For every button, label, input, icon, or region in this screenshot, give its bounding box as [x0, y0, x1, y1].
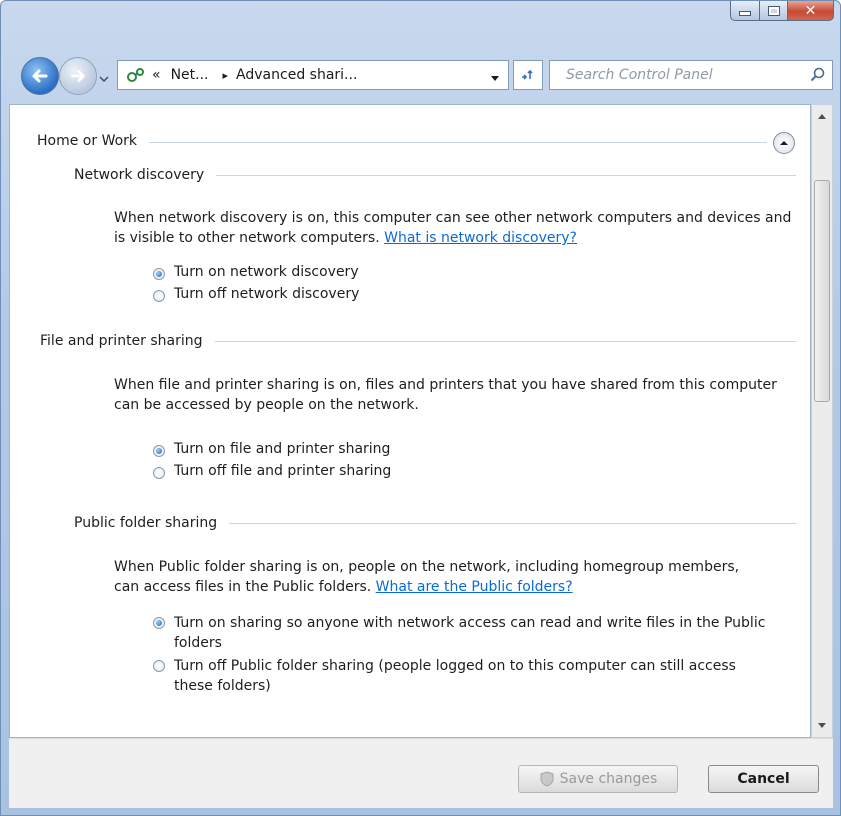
help-link-network-discovery[interactable]: What is network discovery? — [384, 230, 577, 246]
scroll-down-button[interactable] — [812, 717, 832, 735]
radio-label: Turn on network discovery — [174, 264, 359, 280]
save-changes-label: Save changes — [559, 771, 658, 787]
scrollbar-thumb[interactable] — [814, 180, 830, 402]
footer-bar: Save changes Cancel — [9, 738, 833, 808]
radio-turn-on-file-printer-sharing[interactable]: Turn on file and printer sharing — [153, 441, 390, 457]
address-dropdown-button[interactable] — [490, 71, 500, 87]
radio-button[interactable] — [153, 467, 165, 479]
chevron-down-icon — [99, 76, 109, 83]
title-bar: ✕ — [1, 1, 840, 51]
close-button[interactable]: ✕ — [788, 1, 834, 21]
group-title: Network discovery — [74, 167, 205, 183]
control-panel-window: ✕ « Net... ▸ Advanced shari... Search Co… — [0, 0, 841, 816]
group-divider — [214, 340, 796, 342]
search-icon[interactable] — [810, 67, 826, 83]
radio-label: Turn on sharing so anyone with network a… — [174, 615, 766, 651]
maximize-icon — [767, 5, 780, 16]
forward-arrow-icon — [71, 70, 85, 82]
radio-button-selected[interactable] — [153, 617, 165, 629]
radio-label: Turn off file and printer sharing — [174, 463, 392, 479]
scroll-up-icon — [818, 114, 826, 119]
radio-button-selected[interactable] — [153, 445, 165, 457]
back-button[interactable] — [21, 57, 59, 95]
breadcrumb-item-network[interactable]: Net... — [171, 67, 209, 83]
settings-panel: Home or Work Network discovery When netw… — [9, 104, 811, 738]
close-icon: ✕ — [804, 2, 817, 19]
group-header-public-folder-sharing: Public folder sharing — [74, 515, 796, 531]
group-divider — [216, 174, 796, 176]
navigation-bar: « Net... ▸ Advanced shari... Search Cont… — [1, 51, 840, 103]
cancel-button[interactable]: Cancel — [708, 765, 819, 793]
scroll-down-icon — [818, 723, 826, 728]
cancel-label: Cancel — [737, 771, 790, 787]
radio-turn-off-public-sharing[interactable]: Turn off Public folder sharing (people l… — [153, 656, 773, 696]
collapse-section-button[interactable] — [773, 132, 795, 154]
group-title: Public folder sharing — [74, 515, 218, 531]
radio-turn-off-network-discovery[interactable]: Turn off network discovery — [153, 286, 359, 302]
breadcrumb-separator[interactable]: ▸ — [223, 69, 229, 82]
radio-button[interactable] — [153, 290, 165, 302]
back-arrow-icon — [32, 69, 48, 83]
shield-icon — [540, 771, 554, 787]
help-link-public-folders[interactable]: What are the Public folders? — [376, 579, 573, 595]
group-description: When Public folder sharing is on, people… — [114, 559, 740, 595]
group-description: When file and printer sharing is on, fil… — [114, 377, 777, 413]
forward-button[interactable] — [59, 57, 97, 95]
radio-turn-on-public-sharing[interactable]: Turn on sharing so anyone with network a… — [153, 613, 773, 653]
recent-pages-button[interactable] — [99, 71, 109, 87]
refresh-icon — [522, 69, 533, 80]
dropdown-arrow-icon — [491, 76, 499, 81]
group-divider — [229, 522, 796, 524]
refresh-button[interactable] — [513, 60, 543, 90]
scroll-up-button[interactable] — [812, 107, 832, 125]
group-title: File and printer sharing — [40, 333, 203, 349]
section-title: Home or Work — [37, 133, 138, 149]
group-header-file-printer-sharing: File and printer sharing — [40, 333, 796, 349]
radio-label: Turn off network discovery — [174, 286, 360, 302]
section-header-home-or-work: Home or Work — [37, 133, 767, 149]
radio-label: Turn off Public folder sharing (people l… — [174, 658, 736, 694]
radio-turn-off-file-printer-sharing[interactable]: Turn off file and printer sharing — [153, 463, 391, 479]
maximize-button[interactable] — [760, 1, 788, 21]
radio-turn-on-network-discovery[interactable]: Turn on network discovery — [153, 264, 359, 280]
chevron-up-icon — [780, 141, 788, 145]
search-placeholder: Search Control Panel — [566, 67, 713, 83]
caption-buttons: ✕ — [730, 1, 834, 21]
radio-button[interactable] — [153, 660, 165, 672]
section-divider — [149, 141, 767, 143]
breadcrumb-overflow[interactable]: « — [152, 67, 161, 83]
group-header-network-discovery: Network discovery — [74, 167, 796, 183]
breadcrumb-item-advanced-sharing[interactable]: Advanced shari... — [236, 67, 357, 83]
radio-label: Turn on file and printer sharing — [174, 441, 391, 457]
save-changes-button[interactable]: Save changes — [518, 765, 678, 793]
minimize-button[interactable] — [730, 1, 760, 21]
minimize-icon — [739, 11, 751, 16]
address-bar[interactable]: « Net... ▸ Advanced shari... — [117, 60, 509, 90]
group-description: When network discovery is on, this compu… — [114, 210, 792, 246]
network-icon — [127, 68, 144, 82]
vertical-scrollbar[interactable] — [811, 104, 833, 738]
search-input[interactable]: Search Control Panel — [549, 60, 833, 90]
radio-button-selected[interactable] — [153, 268, 165, 280]
